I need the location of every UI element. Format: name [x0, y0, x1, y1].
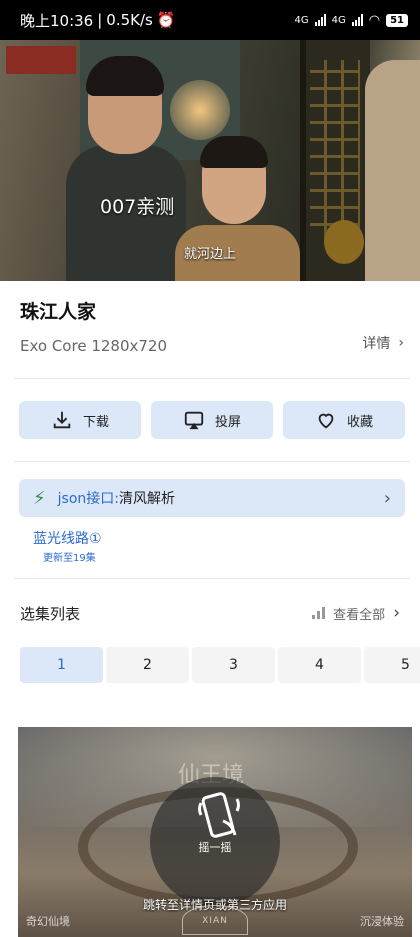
chevron-right-icon: ›: [393, 603, 400, 623]
download-button[interactable]: 下载: [19, 401, 141, 439]
episode-list-header: 选集列表: [20, 605, 81, 623]
json-api-value: 清风解析: [118, 491, 175, 507]
divider: [14, 578, 410, 579]
battery-icon: 51: [386, 13, 408, 27]
video-player[interactable]: 007亲测 就河边上: [0, 40, 420, 281]
lantern: [170, 80, 230, 140]
download-label: 下载: [82, 414, 109, 430]
cast-button[interactable]: 投屏: [151, 401, 273, 439]
player-meta: Exo Core 1280x720: [20, 337, 168, 355]
ad-corner-left: 奇幻仙境: [26, 915, 70, 928]
door-lattice: [310, 60, 360, 240]
route-tab[interactable]: 蓝光线路①: [33, 528, 102, 548]
cast-icon: [184, 411, 204, 430]
episode-button[interactable]: 3: [192, 647, 275, 683]
heart-icon: [318, 413, 334, 429]
view-all-label: 查看全部: [333, 607, 386, 623]
episode-button[interactable]: 5: [364, 647, 420, 683]
route-update-status: 更新至19集: [43, 553, 96, 564]
details-link[interactable]: 详情 ›: [362, 333, 404, 353]
cast-label: 投屏: [214, 414, 241, 430]
chevron-right-icon: ›: [383, 487, 391, 509]
signal-1-label: 4G: [294, 14, 309, 26]
ad-seal-logo: XIAN: [182, 905, 248, 935]
episode-button[interactable]: 2: [106, 647, 189, 683]
background-sign: [6, 46, 76, 74]
sort-bars-icon: [312, 607, 326, 619]
net-speed: 0.5K/s: [106, 11, 153, 29]
chevron-right-icon: ›: [398, 335, 404, 351]
signal-icon-2: [351, 14, 363, 26]
show-title: 珠江人家: [20, 301, 97, 323]
download-icon: [53, 411, 71, 429]
divider: [14, 461, 410, 462]
door-ornament: [324, 220, 364, 264]
json-api-label: json接口:: [57, 491, 119, 507]
signal-icon: [314, 14, 326, 26]
ad-banner[interactable]: 仙王境 摇一摇 跳转至详情页或第三方应用 奇幻仙境 沉浸体验 XIAN: [18, 727, 412, 937]
episode-button[interactable]: 4: [278, 647, 361, 683]
view-all-episodes[interactable]: 查看全部 ›: [312, 603, 400, 623]
details-label: 详情: [362, 336, 391, 352]
adult-figure: [365, 60, 420, 281]
episode-list: 1 2 3 4 5: [20, 647, 420, 683]
clock: 晚上10:36: [20, 11, 94, 30]
video-subtitle: 就河边上: [184, 247, 237, 262]
status-bar: 晚上10:36 | 0.5K/s ⏰ 4G 4G ◠ 51: [0, 0, 420, 40]
favorite-button[interactable]: 收藏: [283, 401, 405, 439]
ad-corner-right: 沉浸体验: [360, 915, 404, 928]
signal-2-label: 4G: [331, 14, 346, 26]
alarm-icon: ⏰: [156, 11, 176, 29]
shake-label: 摇一摇: [198, 841, 232, 854]
json-api-selector[interactable]: ⚡ json接口: 清风解析 ›: [19, 479, 405, 517]
lightning-icon: ⚡: [33, 487, 46, 509]
video-watermark: 007亲测: [100, 196, 175, 218]
younger-boy-hair: [200, 136, 268, 168]
divider: [14, 378, 410, 379]
wifi-icon: ◠: [368, 12, 381, 28]
episode-button[interactable]: 1: [20, 647, 103, 683]
action-bar: 下载 投屏 收藏: [19, 401, 405, 439]
favorite-label: 收藏: [346, 414, 373, 430]
shake-phone-icon: [198, 792, 240, 838]
